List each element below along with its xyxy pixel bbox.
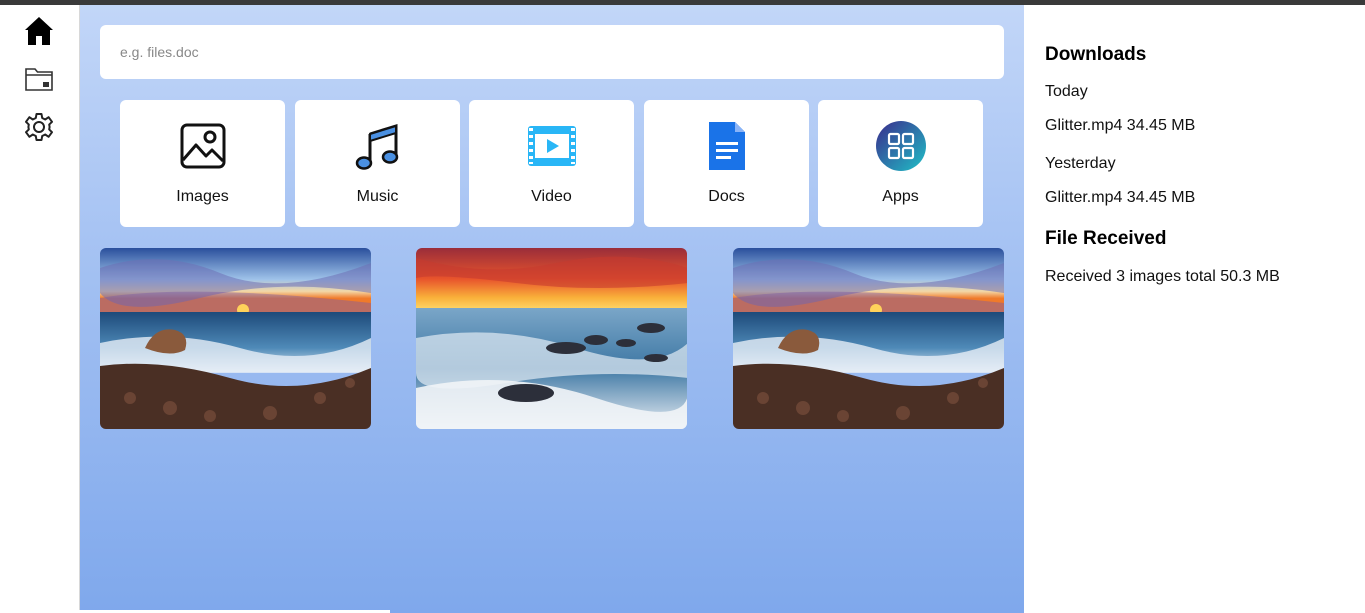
category-label-music: Music (356, 188, 399, 205)
home-icon (23, 15, 55, 47)
apps-icon (875, 120, 927, 172)
category-card-images[interactable]: Images (120, 100, 285, 227)
category-card-docs[interactable]: Docs (644, 100, 809, 227)
downloads-group-today: Today (1045, 83, 1088, 100)
downloads-group-yesterday: Yesterday (1045, 155, 1116, 172)
image-icon (176, 120, 229, 172)
music-icon (352, 120, 404, 172)
sidebar-nav (0, 5, 80, 613)
file-received-heading: File Received (1045, 228, 1167, 249)
search-input[interactable] (100, 25, 1004, 79)
gallery-image-3[interactable] (733, 248, 1004, 429)
category-label-images: Images (176, 188, 229, 205)
category-card-music[interactable]: Music (295, 100, 460, 227)
folder-icon (24, 65, 54, 93)
document-icon (701, 120, 753, 172)
file-received-item: Received 3 images total 50.3 MB (1045, 268, 1280, 285)
activity-panel: Downloads Today Glitter.mp4 34.45 MB Yes… (1025, 5, 1365, 613)
main-content: Images Music (80, 5, 1024, 613)
download-item-today[interactable]: Glitter.mp4 34.45 MB (1045, 117, 1195, 135)
category-label-apps: Apps (882, 188, 919, 205)
category-label-docs: Docs (708, 188, 745, 205)
gear-icon (23, 111, 55, 143)
category-card-apps[interactable]: Apps (818, 100, 983, 227)
download-item-yesterday[interactable]: Glitter.mp4 34.45 MB (1045, 189, 1195, 207)
nav-home-button[interactable] (20, 12, 58, 50)
gallery-image-2[interactable] (416, 248, 687, 429)
nav-files-button[interactable] (20, 60, 58, 98)
downloads-heading: Downloads (1045, 44, 1147, 65)
category-label-video: Video (531, 188, 572, 205)
nav-settings-button[interactable] (20, 108, 58, 146)
gallery-image-1[interactable] (100, 248, 371, 429)
category-card-video[interactable]: Video (469, 100, 634, 227)
video-icon (526, 120, 578, 172)
